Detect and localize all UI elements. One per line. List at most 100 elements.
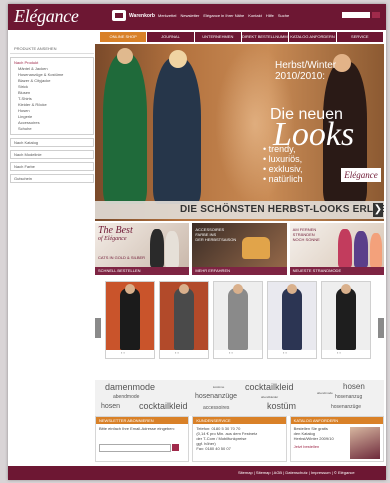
promo-title-line1: The Best	[98, 225, 133, 236]
model-figure	[337, 229, 352, 267]
carousel-item[interactable]: ▪ ▪	[267, 281, 317, 359]
top-bar: Elégance Warenkorb Merkzettel Newsletter…	[8, 4, 386, 30]
tab-service[interactable]: SERVICE	[336, 32, 384, 42]
tag-link[interactable]: hosenanzüge	[195, 393, 237, 400]
promo-button[interactable]: NEUESTE STRANDMODE	[289, 267, 384, 275]
promo-button[interactable]: MEHR ERFAHREN	[192, 267, 287, 275]
service-box: KUNDENSERVICE Telefon: 0180 5 30 70 70 (…	[192, 416, 287, 462]
tag-cloud: damenmode abendmode hosen cocktailkleid …	[95, 380, 384, 416]
model-figure	[174, 288, 194, 350]
hero-banner[interactable]: Herbst/Winter 2010/2010: Die neuen Looks…	[95, 44, 384, 221]
toplink-kontakt[interactable]: Kontakt	[248, 13, 262, 18]
promo-strandmode[interactable]: AM FERNEN STRÄNDEN NOCH SONNE NEUESTE ST…	[289, 223, 384, 275]
service-header: KUNDENSERVICE	[193, 417, 286, 424]
sidebar-item[interactable]: Schuhe	[14, 126, 90, 132]
promo-text-line: NOCH SONNE	[292, 237, 320, 242]
promo-text-line: DER HERBSTSAISON	[195, 237, 237, 242]
sidebar-link-gutschein[interactable]: Gutschein	[10, 174, 94, 183]
tag-link[interactable]: hosen	[101, 403, 120, 410]
info-boxes: NEWSLETTER ABONNIEREN Bitte einfach Ihre…	[95, 416, 384, 462]
tag-link[interactable]: kostüme	[213, 385, 224, 389]
hero-season-line2: 2010/2010:	[275, 71, 326, 82]
hero-bullets: • trendy, • luxuriös, • exklusiv, • natü…	[263, 144, 303, 184]
tag-link[interactable]: abendkleider	[261, 395, 278, 399]
sidebar: PRODUKTE ANSEHEN Nach Produkt Mäntel & J…	[10, 44, 94, 224]
newsletter-submit-button[interactable]	[172, 444, 179, 451]
model-figure	[353, 231, 368, 267]
toplink-hilfe[interactable]: Hilfe	[266, 13, 274, 18]
hero-bullet: • luxuriös,	[263, 154, 303, 164]
sidebar-link-modelinie[interactable]: Nach Modelinie	[10, 150, 94, 159]
tag-link[interactable]: accessoires	[203, 405, 229, 411]
carousel-next-button[interactable]	[378, 318, 384, 338]
hero-cta[interactable]: DIE SCHÖNSTEN HERBST-LOOKS ERLEBEN ❯	[95, 201, 384, 219]
tab-online-shop[interactable]: ONLINE SHOP	[100, 32, 148, 42]
carousel-prev-button[interactable]	[95, 318, 101, 338]
tag-link[interactable]: damenmode	[105, 382, 155, 392]
service-text: Telefon: 0180 5 30 70 70 (0,14 € pro Min…	[193, 424, 285, 453]
cart-link[interactable]: Warenkorb	[129, 13, 155, 19]
search-button[interactable]	[372, 12, 380, 18]
email-field[interactable]	[99, 444, 171, 452]
tag-link[interactable]: cocktailkleid	[245, 382, 294, 392]
sidebar-link-farbe[interactable]: Nach Farbe	[10, 162, 94, 171]
tag-link[interactable]: hosen	[343, 382, 365, 391]
tab-direkt-bestellnummer[interactable]: DIREKT BESTELLNUMMER	[241, 32, 290, 42]
carousel-item[interactable]: ▪ ▪	[159, 281, 209, 359]
hero-cta-label[interactable]: DIE SCHÖNSTEN HERBST-LOOKS ERLEBEN	[180, 204, 384, 215]
logo[interactable]: Elégance	[14, 6, 79, 27]
promo-best-of[interactable]: The Best of Elégance CATS IN GOLD & SILB…	[95, 223, 190, 275]
model-figure	[103, 54, 147, 204]
cart-icon[interactable]	[112, 10, 126, 21]
carousel-items: ▪ ▪ ▪ ▪ ▪ ▪ ▪ ▪ ▪ ▪	[105, 281, 371, 359]
toplink-suche: Suche	[277, 13, 290, 18]
carousel-item-dots: ▪ ▪	[283, 350, 287, 355]
carousel-item[interactable]: ▪ ▪	[213, 281, 263, 359]
top-links: Merkzettel Newsletter Elégance in Ihrer …	[158, 13, 289, 18]
model-head	[179, 284, 189, 294]
tab-journal[interactable]: JOURNAL	[147, 32, 195, 42]
toplink-stores[interactable]: Elégance in Ihrer Nähe	[203, 13, 244, 18]
toplink-merkzettel[interactable]: Merkzettel	[158, 13, 176, 18]
hero-season-line1: Herbst/Winter	[275, 60, 337, 71]
carousel-item[interactable]: ▪ ▪	[105, 281, 155, 359]
tab-unternehmen[interactable]: UNTERNEHMEN	[194, 32, 242, 42]
service-line: Fax: 0180 40 50 07	[196, 446, 231, 451]
tag-link[interactable]: cocktailkleid	[139, 401, 188, 411]
tag-link[interactable]: hosenanzug	[335, 394, 362, 400]
main-nav: ONLINE SHOP JOURNAL UNTERNEHMEN DIREKT B…	[100, 32, 384, 42]
chevron-right-icon[interactable]: ❯	[373, 203, 383, 217]
promo-accessoires[interactable]: ACCESSOIRES FARBE INS DER HERBSTSAISON M…	[192, 223, 287, 275]
tag-link[interactable]: kostüm	[267, 401, 296, 411]
tag-link[interactable]: hosenanzüge	[331, 404, 361, 410]
sidebar-link-katalog[interactable]: Nach Katalog	[10, 138, 94, 147]
promo-text: AM FERNEN STRÄNDEN NOCH SONNE	[293, 227, 320, 242]
carousel-item[interactable]: ▪ ▪	[321, 281, 371, 359]
product-carousel: ▪ ▪ ▪ ▪ ▪ ▪ ▪ ▪ ▪ ▪	[95, 278, 384, 361]
promo-button[interactable]: SCHNELL BESTELLEN	[95, 267, 190, 275]
model-figure	[369, 233, 382, 267]
carousel-item-dots: ▪ ▪	[229, 350, 233, 355]
footer-links[interactable]: Sitemap | Sitemap | AGB | Datenschutz | …	[238, 470, 355, 475]
hero-brand-logo: Elégance	[341, 168, 381, 182]
tab-katalog-anfordern[interactable]: KATALOG ANFORDERN	[289, 32, 337, 42]
tag-link[interactable]: abendmode	[317, 391, 333, 395]
promo-row: The Best of Elégance CATS IN GOLD & SILB…	[95, 223, 384, 275]
catalog-box: KATALOG ANFORDERN Bestellen Sie gratis d…	[289, 416, 384, 462]
model-figure	[165, 231, 179, 267]
hero-bullet: • exklusiv,	[263, 164, 303, 174]
promo-text: CATS IN GOLD & SILBER	[98, 255, 146, 260]
model-head	[287, 284, 297, 294]
catalog-cover-image[interactable]	[349, 427, 380, 459]
toplink-newsletter[interactable]: Newsletter	[180, 13, 199, 18]
tag-link[interactable]: abendmode	[113, 394, 139, 400]
model-figure	[117, 48, 133, 64]
footer: Sitemap | Sitemap | AGB | Datenschutz | …	[8, 466, 386, 480]
search-input[interactable]	[342, 12, 370, 18]
carousel-item-dots: ▪ ▪	[121, 350, 125, 355]
handbag-image	[242, 237, 271, 259]
model-figure	[282, 288, 302, 350]
promo-title: The Best of Elégance	[98, 226, 133, 244]
model-figure	[150, 229, 164, 267]
page: Elégance Warenkorb Merkzettel Newsletter…	[8, 4, 386, 480]
